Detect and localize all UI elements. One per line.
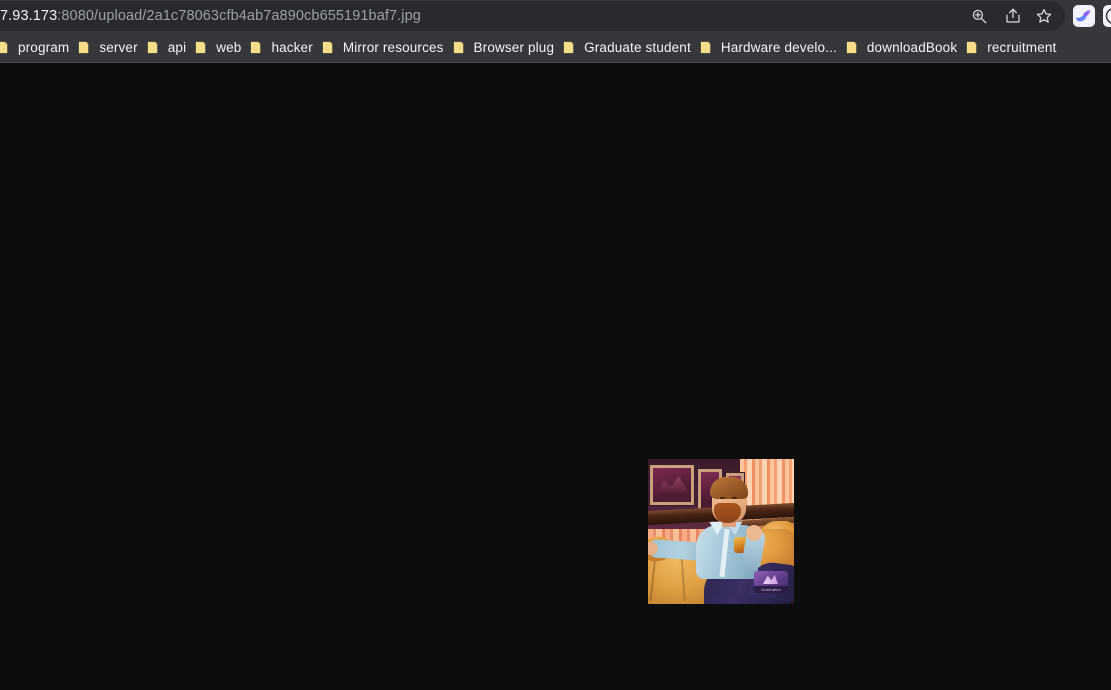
folder-icon [194,40,209,55]
bookmark-label: Hardware develo... [720,39,837,55]
url-text: 7.93.173:8080/upload/2a1c78063cfb4ab7a89… [0,1,421,31]
image-watermark-mark [763,575,778,584]
partial-extension-icon[interactable] [1103,5,1111,27]
bookmark-hardware-development[interactable]: Hardware develo... [698,35,844,59]
url-host: 7.93.173 [0,8,58,24]
image-watermark-text: illustration [761,587,781,592]
bookmark-label: server [99,39,138,55]
bookmark-label: Graduate student [584,39,691,55]
bookmark-label: Browser plug [473,39,555,55]
folder-icon [845,40,860,55]
folder-icon [0,40,11,55]
url-path: :8080/upload/2a1c78063cfb4ab7a890cb65519… [57,8,421,24]
folder-icon [249,40,264,55]
bookmarks-bar: program server api web hacker Mirror res… [0,32,1111,63]
bookmark-label: recruitment [987,39,1057,55]
bookmark-star-icon[interactable] [1035,7,1053,25]
browser-chrome: 7.93.173:8080/upload/2a1c78063cfb4ab7a89… [0,0,1111,63]
folder-icon [146,40,161,55]
folder-icon [562,40,577,55]
image-watermark-bar: illustration [754,586,788,593]
bookmark-server[interactable]: server [76,35,144,59]
image-watermark: illustration [754,571,788,593]
bookmark-label: web [216,39,242,55]
bookmark-program[interactable]: program [0,35,76,59]
address-bar[interactable]: 7.93.173:8080/upload/2a1c78063cfb4ab7a89… [0,1,1065,31]
share-icon[interactable] [1004,7,1022,25]
image-picture-frame-1 [650,465,694,505]
folder-icon [321,40,336,55]
folder-icon [77,40,92,55]
folder-icon [452,40,467,55]
bookmark-mirror-resources[interactable]: Mirror resources [320,35,451,59]
image-man-eye-left [720,497,725,499]
zoom-icon[interactable] [970,7,988,25]
folder-icon [965,40,980,55]
bookmark-label: downloadBook [866,39,958,55]
viewed-image[interactable]: illustration [648,459,794,604]
image-man-eye-right [732,497,737,499]
bookmark-label: hacker [271,39,313,55]
bookmark-label: api [167,39,187,55]
browser-toolbar: 7.93.173:8080/upload/2a1c78063cfb4ab7a89… [0,0,1111,32]
folder-icon [699,40,714,55]
bookmark-web[interactable]: web [193,35,248,59]
bookmark-label: Mirror resources [342,39,444,55]
bookmark-browser-plug[interactable]: Browser plug [451,35,562,59]
bird-extension-icon[interactable] [1073,5,1095,27]
bookmark-graduate-student[interactable]: Graduate student [561,35,698,59]
image-man-hair [710,477,748,499]
bookmark-recruitment[interactable]: recruitment [964,35,1063,59]
page-viewport: illustration [0,63,1111,690]
image-man-right-hand [746,525,762,541]
bookmark-label: program [18,39,70,55]
bookmark-hacker[interactable]: hacker [248,35,319,59]
bookmark-downloadbook[interactable]: downloadBook [844,35,964,59]
bookmark-api[interactable]: api [145,35,193,59]
